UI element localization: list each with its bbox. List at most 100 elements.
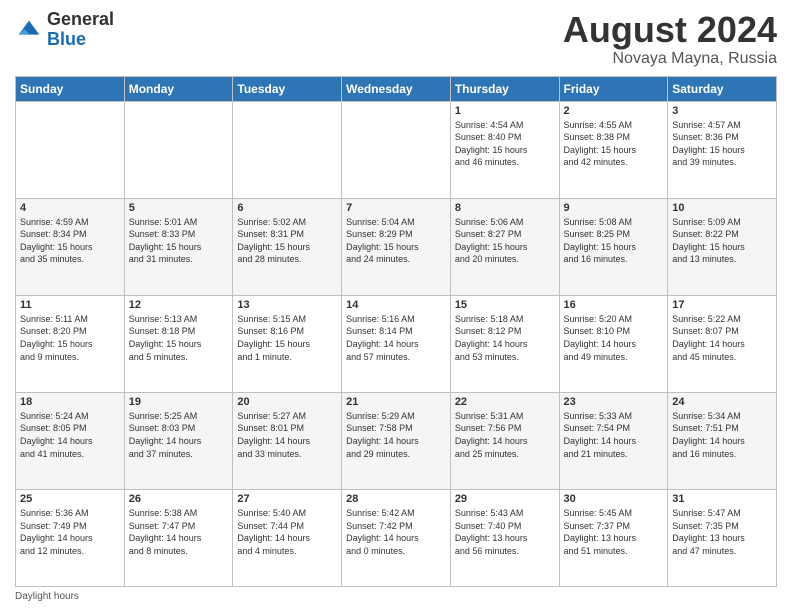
day-number: 13 [237,299,337,311]
header-sunday: Sunday [16,76,125,101]
day-number: 6 [237,202,337,214]
day-info: Sunrise: 5:13 AM Sunset: 8:18 PM Dayligh… [129,313,229,363]
day-number: 31 [672,493,772,505]
calendar-week-2: 11 Sunrise: 5:11 AM Sunset: 8:20 PM Dayli… [16,295,777,392]
calendar-week-0: 1 Sunrise: 4:54 AM Sunset: 8:40 PM Daylig… [16,101,777,198]
calendar-cell: 26 Sunrise: 5:38 AM Sunset: 7:47 PM Dayli… [124,489,233,586]
day-number: 21 [346,396,446,408]
calendar-cell: 31 Sunrise: 5:47 AM Sunset: 7:35 PM Dayli… [668,489,777,586]
calendar-cell: 14Sunrise: 5:16 AM Sunset: 8:14 PM Dayli… [342,295,451,392]
day-number: 16 [564,299,664,311]
header-tuesday: Tuesday [233,76,342,101]
day-number: 3 [672,105,772,117]
day-number: 18 [20,396,120,408]
day-number: 10 [672,202,772,214]
day-info: Sunrise: 5:38 AM Sunset: 7:47 PM Dayligh… [129,507,229,557]
day-number: 24 [672,396,772,408]
day-number: 4 [20,202,120,214]
day-number: 19 [129,396,229,408]
calendar-cell: 24 Sunrise: 5:34 AM Sunset: 7:51 PM Dayli… [668,392,777,489]
calendar-week-3: 18 Sunrise: 5:24 AM Sunset: 8:05 PM Dayli… [16,392,777,489]
day-info: Sunrise: 4:59 AM Sunset: 8:34 PM Dayligh… [20,216,120,266]
header: General Blue August 2024 Novaya Mayna, R… [15,10,777,68]
day-info: Sunrise: 5:40 AM Sunset: 7:44 PM Dayligh… [237,507,337,557]
day-number: 1 [455,105,555,117]
day-number: 2 [564,105,664,117]
calendar-table: Sunday Monday Tuesday Wednesday Thursday… [15,76,777,587]
logo-blue-text: Blue [47,30,114,50]
calendar-cell: 13Sunrise: 5:15 AM Sunset: 8:16 PM Dayli… [233,295,342,392]
day-info: Sunrise: 5:33 AM Sunset: 7:54 PM Dayligh… [564,410,664,460]
day-number: 30 [564,493,664,505]
calendar-cell: 25Sunrise: 5:36 AM Sunset: 7:49 PM Dayli… [16,489,125,586]
day-info: Sunrise: 5:34 AM Sunset: 7:51 PM Dayligh… [672,410,772,460]
calendar-cell [16,101,125,198]
day-number: 15 [455,299,555,311]
day-info: Sunrise: 4:54 AM Sunset: 8:40 PM Dayligh… [455,119,555,169]
calendar-cell: 10 Sunrise: 5:09 AM Sunset: 8:22 PM Dayli… [668,198,777,295]
day-info: Sunrise: 5:02 AM Sunset: 8:31 PM Dayligh… [237,216,337,266]
day-info: Sunrise: 5:06 AM Sunset: 8:27 PM Dayligh… [455,216,555,266]
logo: General Blue [15,10,114,50]
logo-text: General Blue [47,10,114,50]
logo-icon [15,16,43,44]
day-info: Sunrise: 5:04 AM Sunset: 8:29 PM Dayligh… [346,216,446,266]
day-number: 12 [129,299,229,311]
calendar-cell: 27 Sunrise: 5:40 AM Sunset: 7:44 PM Dayli… [233,489,342,586]
day-info: Sunrise: 5:47 AM Sunset: 7:35 PM Dayligh… [672,507,772,557]
calendar-cell: 29 Sunrise: 5:43 AM Sunset: 7:40 PM Dayli… [450,489,559,586]
sub-title: Novaya Mayna, Russia [563,50,777,68]
day-info: Sunrise: 5:42 AM Sunset: 7:42 PM Dayligh… [346,507,446,557]
day-number: 11 [20,299,120,311]
day-info: Sunrise: 5:27 AM Sunset: 8:01 PM Dayligh… [237,410,337,460]
day-info: Sunrise: 5:24 AM Sunset: 8:05 PM Dayligh… [20,410,120,460]
calendar-cell: 1 Sunrise: 4:54 AM Sunset: 8:40 PM Daylig… [450,101,559,198]
day-info: Sunrise: 5:36 AM Sunset: 7:49 PM Dayligh… [20,507,120,557]
day-number: 8 [455,202,555,214]
calendar-cell: 28Sunrise: 5:42 AM Sunset: 7:42 PM Dayli… [342,489,451,586]
day-number: 9 [564,202,664,214]
day-number: 29 [455,493,555,505]
calendar-cell [233,101,342,198]
calendar-cell: 7 Sunrise: 5:04 AM Sunset: 8:29 PM Daylig… [342,198,451,295]
page: General Blue August 2024 Novaya Mayna, R… [0,0,792,612]
logo-general-text: General [47,10,114,30]
calendar-cell: 18 Sunrise: 5:24 AM Sunset: 8:05 PM Dayli… [16,392,125,489]
day-info: Sunrise: 5:25 AM Sunset: 8:03 PM Dayligh… [129,410,229,460]
calendar-cell: 20Sunrise: 5:27 AM Sunset: 8:01 PM Dayli… [233,392,342,489]
header-saturday: Saturday [668,76,777,101]
header-wednesday: Wednesday [342,76,451,101]
day-number: 22 [455,396,555,408]
calendar-cell: 9 Sunrise: 5:08 AM Sunset: 8:25 PM Daylig… [559,198,668,295]
calendar-cell: 11 Sunrise: 5:11 AM Sunset: 8:20 PM Dayli… [16,295,125,392]
day-info: Sunrise: 5:31 AM Sunset: 7:56 PM Dayligh… [455,410,555,460]
header-monday: Monday [124,76,233,101]
calendar-cell: 23 Sunrise: 5:33 AM Sunset: 7:54 PM Dayli… [559,392,668,489]
daylight-label: Daylight hours [15,591,79,602]
calendar-cell: 8 Sunrise: 5:06 AM Sunset: 8:27 PM Daylig… [450,198,559,295]
day-number: 27 [237,493,337,505]
day-number: 23 [564,396,664,408]
calendar-cell: 4 Sunrise: 4:59 AM Sunset: 8:34 PM Daylig… [16,198,125,295]
day-info: Sunrise: 5:20 AM Sunset: 8:10 PM Dayligh… [564,313,664,363]
day-number: 26 [129,493,229,505]
calendar-cell: 30 Sunrise: 5:45 AM Sunset: 7:37 PM Dayli… [559,489,668,586]
day-number: 17 [672,299,772,311]
calendar-cell: 21 Sunrise: 5:29 AM Sunset: 7:58 PM Dayli… [342,392,451,489]
header-friday: Friday [559,76,668,101]
day-info: Sunrise: 5:43 AM Sunset: 7:40 PM Dayligh… [455,507,555,557]
calendar-cell: 16 Sunrise: 5:20 AM Sunset: 8:10 PM Dayli… [559,295,668,392]
day-info: Sunrise: 5:29 AM Sunset: 7:58 PM Dayligh… [346,410,446,460]
calendar-cell: 22 Sunrise: 5:31 AM Sunset: 7:56 PM Dayli… [450,392,559,489]
day-info: Sunrise: 5:08 AM Sunset: 8:25 PM Dayligh… [564,216,664,266]
title-block: August 2024 Novaya Mayna, Russia [563,10,777,68]
day-info: Sunrise: 5:11 AM Sunset: 8:20 PM Dayligh… [20,313,120,363]
day-number: 7 [346,202,446,214]
day-info: Sunrise: 5:09 AM Sunset: 8:22 PM Dayligh… [672,216,772,266]
calendar-cell: 6 Sunrise: 5:02 AM Sunset: 8:31 PM Daylig… [233,198,342,295]
calendar-cell: 12 Sunrise: 5:13 AM Sunset: 8:18 PM Dayli… [124,295,233,392]
calendar-cell: 5Sunrise: 5:01 AM Sunset: 8:33 PM Daylig… [124,198,233,295]
day-info: Sunrise: 4:57 AM Sunset: 8:36 PM Dayligh… [672,119,772,169]
day-info: Sunrise: 5:45 AM Sunset: 7:37 PM Dayligh… [564,507,664,557]
calendar-cell: 3 Sunrise: 4:57 AM Sunset: 8:36 PM Daylig… [668,101,777,198]
